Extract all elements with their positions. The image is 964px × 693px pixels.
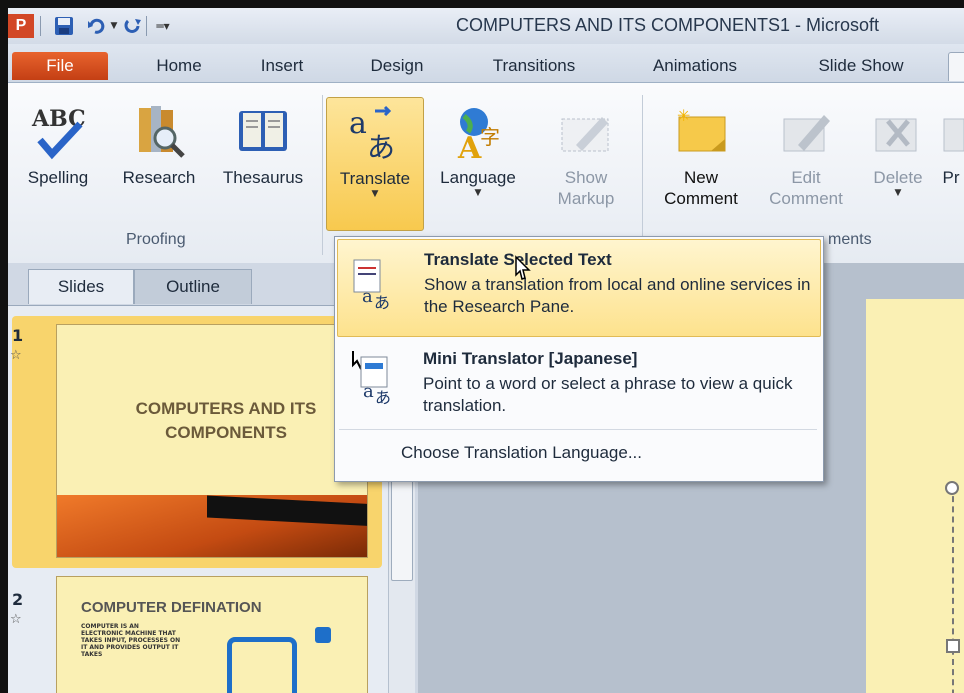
new-comment-button[interactable]: ✳ New Comment [648,97,754,229]
group-label-proofing: Proofing [126,231,186,248]
tab-animations[interactable]: Animations [632,52,758,80]
slide-number: 1 [12,326,24,345]
slide-1-thumbnail[interactable]: COMPUTERS AND ITS COMPONENTS [56,324,368,558]
svg-text:字: 字 [480,125,500,149]
undo-dropdown-icon[interactable]: ▼ [108,14,120,38]
mini-translator-icon: aあ [351,349,393,407]
slide-number: 2 [12,590,24,609]
menu-item-mini-translator[interactable]: aあ Mini Translator [Japanese] Point to a… [337,337,819,427]
edit-comment-button[interactable]: Edit Comment [760,97,852,229]
customize-qat-icon[interactable]: ═▾ [154,14,172,38]
tab-transitions[interactable]: Transitions [474,52,594,80]
tab-slide-show[interactable]: Slide Show [798,52,924,80]
qat-separator [146,16,147,36]
menu-separator [339,429,817,430]
slide-canvas[interactable] [866,299,964,693]
slide-1-title: COMPUTERS AND ITS COMPONENTS [135,399,317,442]
group-separator [322,95,323,255]
tab-home[interactable]: Home [134,52,224,80]
svg-text:A: A [457,131,482,162]
svg-text:a: a [362,286,373,307]
spelling-button[interactable]: ABC Spelling [8,97,108,229]
qat-separator [40,16,41,36]
powerpoint-window: P ▼ ═▾ COMPUTERS AND ITS COMPONENTS1 - M… [8,8,964,693]
thesaurus-button[interactable]: Thesaurus [208,97,318,229]
chevron-down-icon: ▼ [371,189,379,199]
slide-thumbnail-list: 1 ☆ COMPUTERS AND ITS COMPONENTS 2 ☆ COM… [8,305,388,693]
slide-2-body: COMPUTER IS AN ELECTRONIC MACHINE THAT T… [81,623,181,658]
tab-insert[interactable]: Insert [240,52,324,80]
spelling-abc-icon: ABC [8,97,108,167]
svg-text:✳: ✳ [677,106,690,125]
redo-icon[interactable] [122,14,144,38]
chevron-down-icon: ▼ [894,188,902,198]
animation-star-icon: ☆ [10,612,22,627]
tab-design[interactable]: Design [354,52,440,80]
tab-outline[interactable]: Outline [134,269,252,304]
powerpoint-icon[interactable]: P [8,14,34,38]
undo-icon[interactable] [86,14,108,38]
show-markup-icon [538,97,634,167]
title-bar: P ▼ ═▾ COMPUTERS AND ITS COMPONENTS1 - M… [8,8,964,44]
tab-slides[interactable]: Slides [28,269,134,304]
language-globe-icon: A字 [426,97,530,167]
translate-dropdown-menu: aあ Translate Selected Text Show a transl… [334,236,824,482]
delete-comment-button[interactable]: Delete ▼ [858,97,938,229]
placeholder-border [952,486,964,693]
delete-comment-icon [858,97,938,167]
rotate-handle[interactable] [945,481,959,495]
svg-text:あ: あ [367,131,395,163]
mouse-cursor-icon [508,255,532,292]
animation-star-icon: ☆ [10,348,22,363]
svg-text:あ: あ [374,293,390,310]
slide-2-thumbnail[interactable]: COMPUTER DEFINATION COMPUTER IS AN ELECT… [56,576,368,693]
slide-2-title: COMPUTER DEFINATION [81,599,262,616]
svg-text:あ: あ [375,388,391,405]
tab-file[interactable]: File [12,52,108,80]
translate-icon: aあ [327,98,423,168]
save-icon[interactable] [52,14,76,38]
edit-comment-icon [760,97,852,167]
tab-review[interactable] [948,52,964,81]
menu-item-translate-selected-text[interactable]: aあ Translate Selected Text Show a transl… [337,239,821,337]
translate-button[interactable]: aあ Translate ▼ [326,97,424,231]
document-title: COMPUTERS AND ITS COMPONENTS1 - Microsof… [456,15,880,35]
group-label-comments: ments [828,231,872,248]
svg-text:a: a [363,381,374,402]
resize-handle[interactable] [946,639,960,653]
menu-item-choose-translation-language[interactable]: Choose Translation Language... [337,433,819,475]
svg-text:a: a [349,106,367,141]
ribbon-tab-row: File Home Insert Design Transitions Anim… [8,44,964,82]
badge-icon [315,627,331,643]
computer-image [227,637,297,693]
language-button[interactable]: A字 Language ▼ [426,97,530,229]
previous-icon [938,97,964,167]
translate-document-icon: aあ [352,258,394,312]
research-book-icon [112,97,206,167]
group-separator [642,95,643,255]
new-comment-icon: ✳ [648,97,754,167]
previous-comment-button[interactable]: Pr [938,97,964,229]
chevron-down-icon: ▼ [474,188,482,198]
research-button[interactable]: Research [112,97,206,229]
thesaurus-book-icon [208,97,318,167]
show-markup-button[interactable]: Show Markup [538,97,634,229]
